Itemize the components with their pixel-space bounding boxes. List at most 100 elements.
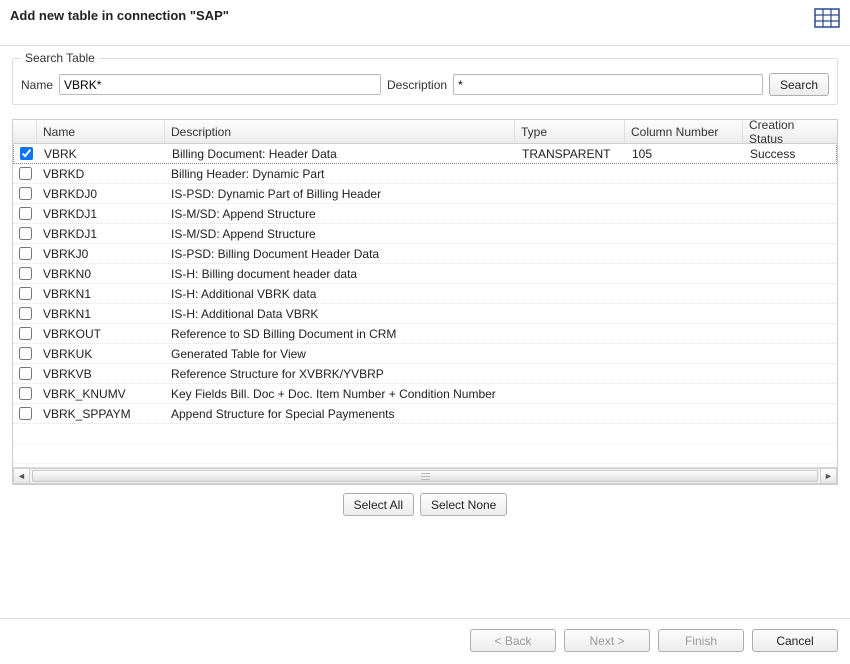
row-checkbox[interactable] (19, 207, 32, 220)
content: Search Table Name Description Search Nam… (0, 46, 850, 618)
cell-name: VBRKN1 (37, 287, 165, 301)
cell-name: VBRK_SPPAYM (37, 407, 165, 421)
row-checkbox-cell (13, 207, 37, 220)
cell-description: IS-PSD: Billing Document Header Data (165, 247, 515, 261)
cell-description: IS-H: Billing document header data (165, 267, 515, 281)
scroll-right-arrow[interactable]: ► (820, 468, 837, 484)
row-checkbox-cell (13, 267, 37, 280)
col-header-name[interactable]: Name (37, 120, 165, 143)
table-row[interactable]: VBRKOUTReference to SD Billing Document … (13, 324, 837, 344)
finish-button[interactable]: Finish (658, 629, 744, 652)
blank-row (13, 444, 837, 464)
row-checkbox-cell (13, 307, 37, 320)
cell-description: Billing Header: Dynamic Part (165, 167, 515, 181)
wizard-window: Add new table in connection "SAP" Search… (0, 0, 850, 664)
row-checkbox-cell (13, 367, 37, 380)
cell-name: VBRKD (37, 167, 165, 181)
cell-name: VBRKJ0 (37, 247, 165, 261)
name-input[interactable] (59, 74, 381, 95)
table-header: Name Description Type Column Number Crea… (13, 120, 837, 144)
col-header-type[interactable]: Type (515, 120, 625, 143)
row-checkbox[interactable] (19, 167, 32, 180)
table-row[interactable]: VBRKN0IS-H: Billing document header data (13, 264, 837, 284)
cell-name: VBRK_KNUMV (37, 387, 165, 401)
cell-name: VBRKDJ0 (37, 187, 165, 201)
col-header-check (13, 120, 37, 143)
table-row[interactable]: VBRK_SPPAYMAppend Structure for Special … (13, 404, 837, 424)
table-row[interactable]: VBRKN1IS-H: Additional Data VBRK (13, 304, 837, 324)
row-checkbox-cell (13, 227, 37, 240)
col-header-colno[interactable]: Column Number (625, 120, 743, 143)
blank-row (13, 424, 837, 444)
cell-creation-status: Success (744, 147, 836, 161)
back-button[interactable]: < Back (470, 629, 556, 652)
next-button[interactable]: Next > (564, 629, 650, 652)
row-checkbox[interactable] (19, 247, 32, 260)
table-row[interactable]: VBRKDBilling Header: Dynamic Part (13, 164, 837, 184)
row-checkbox[interactable] (20, 147, 33, 160)
name-label: Name (21, 78, 53, 92)
table-row[interactable]: VBRKDJ1IS-M/SD: Append Structure (13, 204, 837, 224)
cell-name: VBRKOUT (37, 327, 165, 341)
table-row[interactable]: VBRKDJ0IS-PSD: Dynamic Part of Billing H… (13, 184, 837, 204)
search-group: Search Table Name Description Search (12, 58, 838, 105)
row-checkbox-cell (13, 327, 37, 340)
row-checkbox[interactable] (19, 227, 32, 240)
table-icon (814, 8, 840, 31)
cell-description: IS-H: Additional Data VBRK (165, 307, 515, 321)
row-checkbox[interactable] (19, 347, 32, 360)
select-all-button[interactable]: Select All (343, 493, 414, 516)
row-checkbox[interactable] (19, 187, 32, 200)
cell-description: Reference Structure for XVBRK/YVBRP (165, 367, 515, 381)
scroll-track[interactable] (30, 468, 820, 484)
cell-description: Append Structure for Special Paymenents (165, 407, 515, 421)
row-checkbox[interactable] (19, 327, 32, 340)
cell-name: VBRKVB (37, 367, 165, 381)
row-checkbox[interactable] (19, 367, 32, 380)
select-none-button[interactable]: Select None (420, 493, 507, 516)
cell-description: IS-H: Additional VBRK data (165, 287, 515, 301)
table-row[interactable]: VBRKBilling Document: Header DataTRANSPA… (13, 144, 837, 164)
search-group-label: Search Table (21, 51, 99, 65)
results-table: Name Description Type Column Number Crea… (12, 119, 838, 485)
table-row[interactable]: VBRKJ0IS-PSD: Billing Document Header Da… (13, 244, 837, 264)
row-checkbox[interactable] (19, 387, 32, 400)
cell-description: Generated Table for View (165, 347, 515, 361)
description-input[interactable] (453, 74, 763, 95)
row-checkbox[interactable] (19, 267, 32, 280)
table-row[interactable]: VBRKVBReference Structure for XVBRK/YVBR… (13, 364, 837, 384)
table-body: VBRKBilling Document: Header DataTRANSPA… (13, 144, 837, 467)
row-checkbox[interactable] (19, 407, 32, 420)
row-checkbox[interactable] (19, 307, 32, 320)
cell-name: VBRKDJ1 (37, 207, 165, 221)
row-checkbox-cell (14, 147, 38, 160)
row-checkbox-cell (13, 347, 37, 360)
wizard-footer: < Back Next > Finish Cancel (0, 618, 850, 664)
cell-description: Reference to SD Billing Document in CRM (165, 327, 515, 341)
cell-description: Key Fields Bill. Doc + Doc. Item Number … (165, 387, 515, 401)
cell-type: TRANSPARENT (516, 147, 626, 161)
scroll-left-arrow[interactable]: ◄ (13, 468, 30, 484)
row-checkbox[interactable] (19, 287, 32, 300)
table-row[interactable]: VBRKUKGenerated Table for View (13, 344, 837, 364)
table-row[interactable]: VBRKDJ1IS-M/SD: Append Structure (13, 224, 837, 244)
table-row[interactable]: VBRK_KNUMVKey Fields Bill. Doc + Doc. It… (13, 384, 837, 404)
col-header-cstat[interactable]: Creation Status (743, 120, 837, 143)
table-row[interactable]: VBRKN1IS-H: Additional VBRK data (13, 284, 837, 304)
cell-description: IS-M/SD: Append Structure (165, 207, 515, 221)
row-checkbox-cell (13, 247, 37, 260)
row-checkbox-cell (13, 387, 37, 400)
titlebar: Add new table in connection "SAP" (0, 0, 850, 35)
scroll-thumb[interactable] (32, 470, 818, 482)
cell-description: IS-M/SD: Append Structure (165, 227, 515, 241)
description-label: Description (387, 78, 447, 92)
page-title: Add new table in connection "SAP" (10, 8, 229, 23)
horizontal-scrollbar[interactable]: ◄ ► (13, 467, 837, 484)
cell-description: Billing Document: Header Data (166, 147, 516, 161)
row-checkbox-cell (13, 287, 37, 300)
search-button[interactable]: Search (769, 73, 829, 96)
cell-column-number: 105 (626, 147, 744, 161)
cancel-button[interactable]: Cancel (752, 629, 838, 652)
cell-name: VBRK (38, 147, 166, 161)
col-header-desc[interactable]: Description (165, 120, 515, 143)
